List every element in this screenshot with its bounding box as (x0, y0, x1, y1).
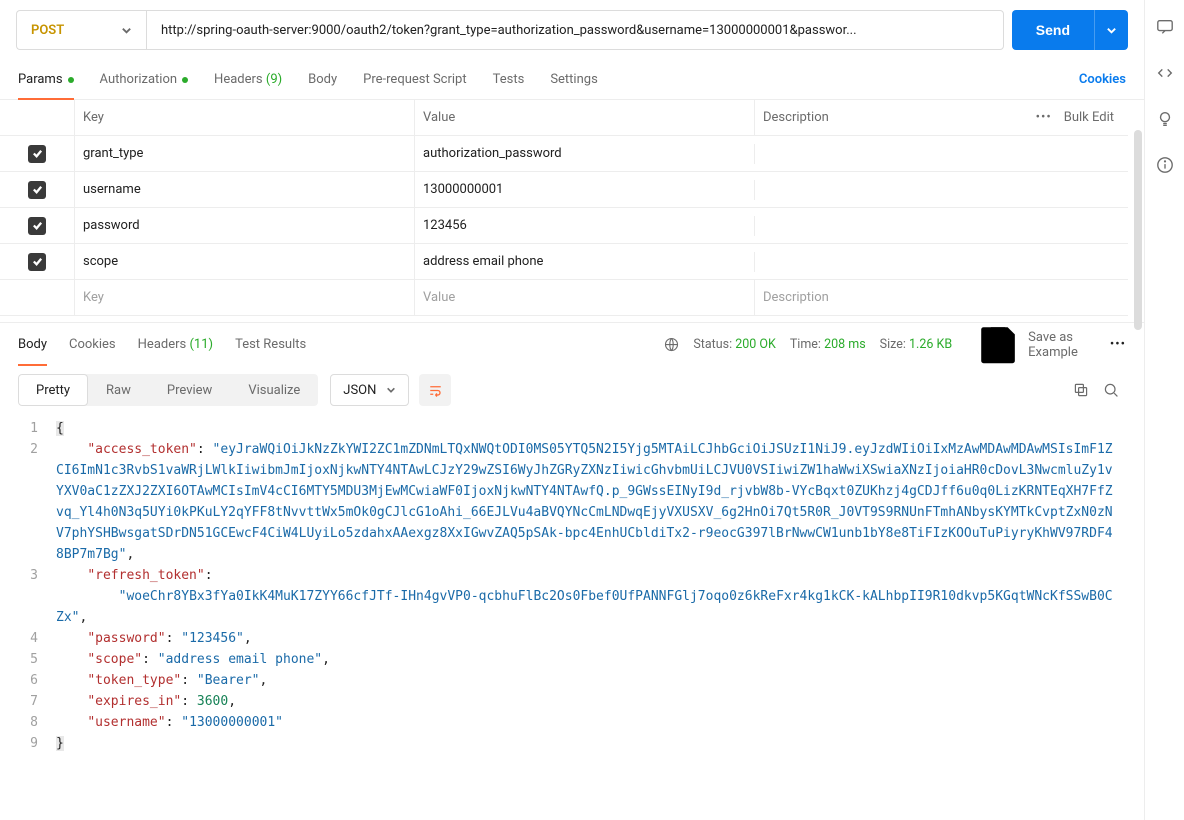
table-row[interactable]: password123456 (0, 208, 1128, 244)
wrap-lines-button[interactable] (419, 374, 451, 406)
param-value[interactable]: 123456 (414, 208, 754, 243)
checkbox[interactable] (28, 217, 46, 235)
view-preview[interactable]: Preview (149, 374, 230, 406)
param-value[interactable]: authorization_password (414, 136, 754, 171)
col-value: Value (414, 100, 754, 135)
param-desc[interactable] (754, 180, 1128, 200)
response-tab-headers[interactable]: Headers (11) (138, 323, 213, 366)
response-tab-test-results[interactable]: Test Results (235, 323, 306, 366)
cookies-link[interactable]: Cookies (1079, 72, 1126, 87)
chevron-down-icon (386, 385, 396, 395)
param-key[interactable]: grant_type (74, 136, 414, 171)
response-tab-cookies[interactable]: Cookies (69, 323, 116, 366)
wrap-icon (428, 383, 443, 398)
search-button[interactable] (1096, 382, 1126, 398)
method-select[interactable]: POST (16, 10, 146, 50)
tab-pre-request[interactable]: Pre-request Script (363, 60, 466, 99)
tab-body[interactable]: Body (308, 60, 337, 99)
param-key[interactable]: username (74, 172, 414, 207)
tab-tests[interactable]: Tests (493, 60, 525, 99)
tab-headers[interactable]: Headers (9) (214, 60, 282, 99)
checkbox[interactable] (28, 181, 46, 199)
save-icon (974, 320, 1022, 368)
col-description: Description (754, 100, 1008, 135)
new-value[interactable]: Value (414, 280, 754, 315)
comments-icon[interactable] (1156, 18, 1174, 36)
method-label: POST (31, 23, 64, 38)
param-value[interactable]: 13000000001 (414, 172, 754, 207)
chevron-down-icon (1106, 25, 1117, 36)
response-body[interactable]: 1{2 "access_token": "eyJraWQiOiJkNzZkYWI… (0, 414, 1144, 820)
view-mode-segment: Pretty Raw Preview Visualize (18, 374, 318, 406)
right-sidebar (1144, 0, 1184, 820)
more-options-icon[interactable]: ••• (1036, 110, 1052, 125)
chevron-down-icon (121, 25, 132, 36)
bulk-edit-link[interactable]: Bulk Edit (1064, 110, 1114, 125)
url-input[interactable]: http://spring-oauth-server:9000/oauth2/t… (146, 10, 1004, 50)
tab-settings[interactable]: Settings (550, 60, 597, 99)
table-row[interactable]: username13000000001 (0, 172, 1128, 208)
param-value[interactable]: address email phone (414, 244, 754, 279)
col-key: Key (74, 100, 414, 135)
lightbulb-icon[interactable] (1156, 110, 1174, 128)
save-as-example[interactable]: Save as Example (974, 320, 1078, 368)
send-button[interactable]: Send (1012, 10, 1094, 50)
scrollbar-thumb[interactable] (1134, 130, 1142, 330)
code-icon[interactable] (1156, 64, 1174, 82)
view-visualize[interactable]: Visualize (230, 374, 318, 406)
view-raw[interactable]: Raw (88, 374, 149, 406)
params-header-row: Key Value Description ••• Bulk Edit (0, 100, 1128, 136)
search-icon (1103, 382, 1119, 398)
auth-active-dot (182, 77, 188, 83)
response-tab-body[interactable]: Body (18, 323, 47, 366)
copy-icon (1073, 382, 1089, 398)
table-row[interactable]: grant_typeauthorization_password (0, 136, 1128, 172)
view-pretty[interactable]: Pretty (18, 374, 88, 406)
param-key[interactable]: password (74, 208, 414, 243)
param-desc[interactable] (754, 144, 1128, 164)
param-key[interactable]: scope (74, 244, 414, 279)
param-desc[interactable] (754, 252, 1128, 272)
checkbox[interactable] (28, 145, 46, 163)
send-dropdown[interactable] (1094, 10, 1128, 50)
response-meta: Status: 200 OK Time: 208 ms Size: 1.26 K… (664, 337, 952, 352)
new-key[interactable]: Key (74, 280, 414, 315)
params-new-row[interactable]: Key Value Description (0, 280, 1128, 316)
format-select[interactable]: JSON (330, 374, 409, 406)
info-icon[interactable] (1156, 156, 1174, 174)
copy-button[interactable] (1066, 382, 1096, 398)
table-row[interactable]: scopeaddress email phone (0, 244, 1128, 280)
globe-icon (664, 337, 679, 352)
checkbox[interactable] (28, 253, 46, 271)
tab-authorization[interactable]: Authorization (100, 60, 189, 99)
params-active-dot (68, 77, 74, 83)
response-more-icon[interactable]: ••• (1110, 337, 1126, 352)
param-desc[interactable] (754, 216, 1128, 236)
url-text: http://spring-oauth-server:9000/oauth2/t… (161, 23, 857, 38)
new-desc[interactable]: Description (754, 280, 1128, 315)
tab-params[interactable]: Params (18, 60, 74, 99)
